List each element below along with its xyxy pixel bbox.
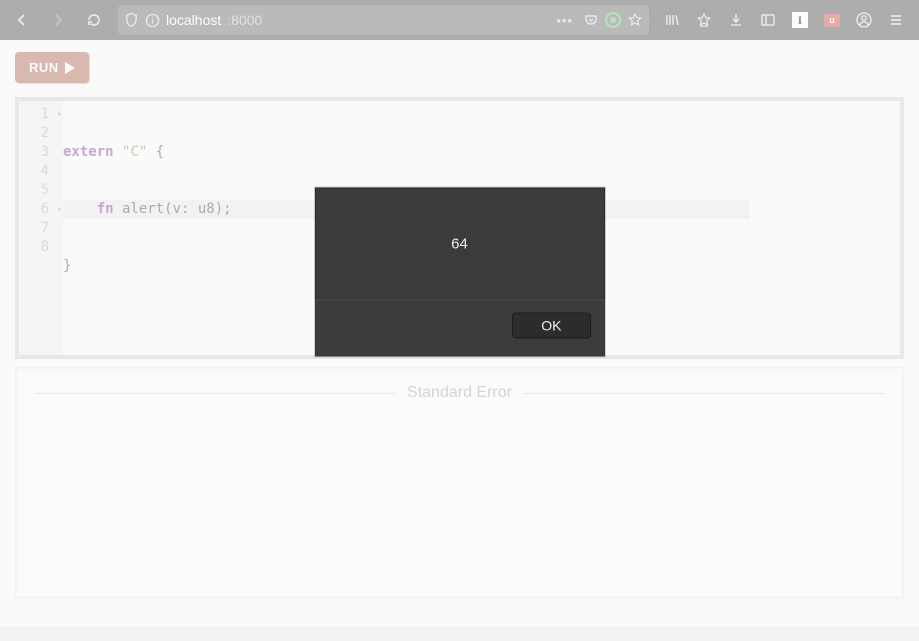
alert-message: 64 <box>451 235 468 252</box>
alert-dialog: 64 OK <box>314 187 606 358</box>
alert-ok-button[interactable]: OK <box>512 313 590 339</box>
